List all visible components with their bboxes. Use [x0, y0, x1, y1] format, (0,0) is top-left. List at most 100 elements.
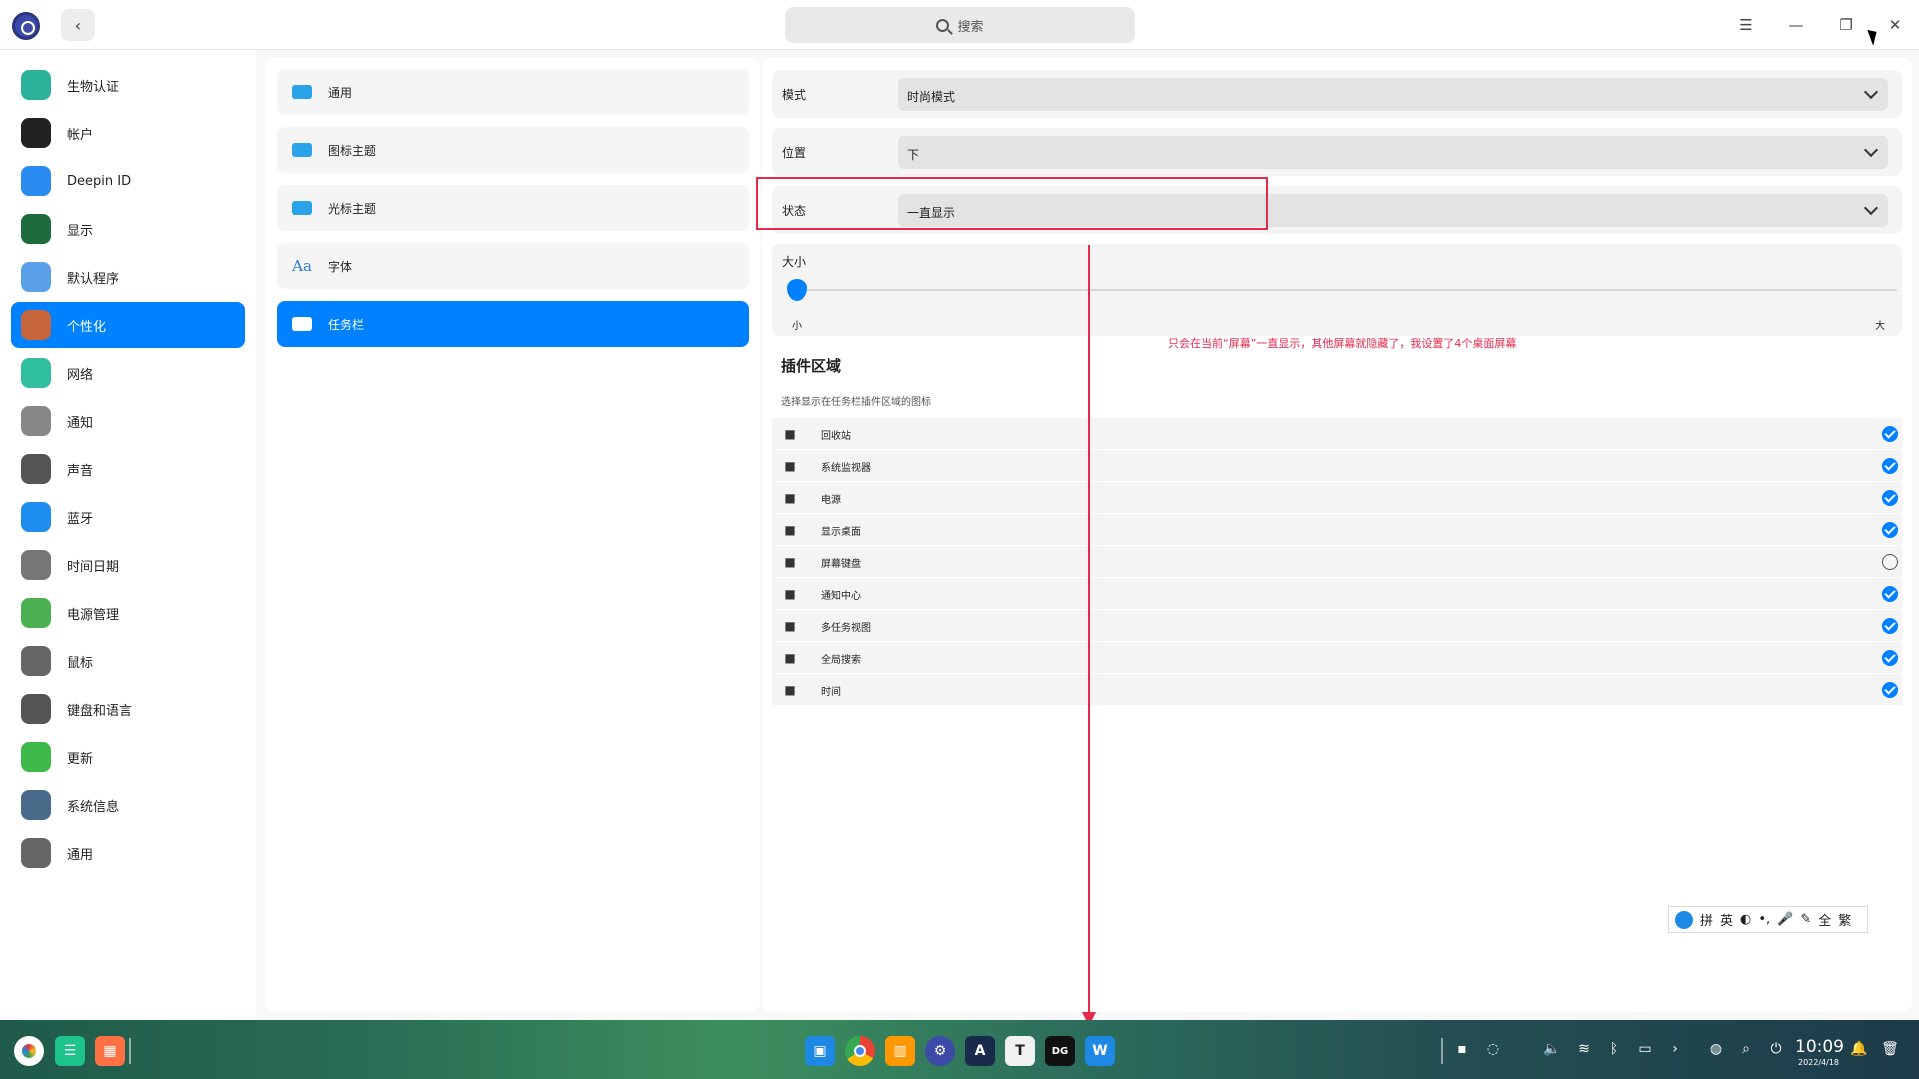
minimize-button[interactable]: —: [1784, 13, 1808, 37]
multitask-view-icon[interactable]: ☰: [55, 1036, 85, 1066]
bluetooth-icon[interactable]: ᛒ: [1603, 1038, 1625, 1060]
show-desktop-icon[interactable]: ▦: [95, 1036, 125, 1066]
battery-icon[interactable]: ▭: [1634, 1038, 1656, 1060]
sidebar-item-label: 生物认证: [67, 79, 120, 95]
plugin-checkbox[interactable]: [1882, 586, 1898, 602]
sidebar-item-0[interactable]: 生物认证: [11, 62, 245, 108]
bluetooth-icon: [21, 502, 51, 532]
sidebar-item-3[interactable]: 显示: [11, 206, 245, 252]
close-icon: ✕: [1888, 16, 1902, 34]
display-icon: [21, 214, 51, 244]
subnav-item-1[interactable]: 图标主题: [277, 127, 749, 173]
plugin-label: 通知中心: [821, 591, 861, 602]
system-monitor-icon: ■: [784, 459, 796, 473]
plugin-checkbox[interactable]: [1882, 490, 1898, 506]
sidebar-item-14[interactable]: 更新: [11, 734, 245, 780]
ime-item[interactable]: •,: [1758, 912, 1770, 927]
size-min-label: 小: [792, 321, 802, 332]
sidebar-item-15[interactable]: 系统信息: [11, 782, 245, 828]
sidebar-item-5[interactable]: 个性化: [11, 302, 245, 348]
plugin-row[interactable]: ■ 通知中心: [772, 578, 1902, 610]
subnav-item-4[interactable]: 任务栏: [277, 301, 749, 347]
ime-item[interactable]: 英: [1720, 910, 1733, 929]
sidebar-item-7[interactable]: 通知: [11, 398, 245, 444]
volume-icon[interactable]: 🔈: [1541, 1038, 1563, 1060]
size-slider-handle[interactable]: [787, 279, 807, 301]
power-icon[interactable]: ⏻: [1765, 1038, 1787, 1060]
plugin-row[interactable]: ■ 时间: [772, 674, 1902, 706]
back-button[interactable]: ‹: [61, 9, 95, 41]
ime-item[interactable]: 🎤: [1777, 912, 1793, 927]
plugin-row[interactable]: ■ 回收站: [772, 418, 1902, 450]
sidebar-item-16[interactable]: 通用: [11, 830, 245, 876]
text-editor-icon[interactable]: A: [965, 1036, 995, 1066]
plugin-checkbox[interactable]: [1882, 426, 1898, 442]
wps-icon[interactable]: W: [1085, 1036, 1115, 1066]
search-input[interactable]: 搜索: [785, 7, 1135, 43]
subnav-item-label: 任务栏: [328, 317, 365, 332]
plugin-row[interactable]: ■ 显示桌面: [772, 514, 1902, 546]
chrome-icon[interactable]: [845, 1036, 875, 1066]
notification-bell-icon[interactable]: 🔔: [1848, 1038, 1870, 1060]
close-button[interactable]: ✕: [1883, 13, 1907, 37]
plugin-checkbox[interactable]: [1882, 682, 1898, 698]
plugin-row[interactable]: ■ 多任务视图: [772, 610, 1902, 642]
sidebar-item-6[interactable]: 网络: [11, 350, 245, 396]
music-app-icon[interactable]: ▥: [885, 1036, 915, 1066]
launcher-icon[interactable]: [14, 1036, 44, 1066]
plugin-row[interactable]: ■ 全局搜索: [772, 642, 1902, 674]
sidebar-item-12[interactable]: 鼠标: [11, 638, 245, 684]
position-select[interactable]: 下: [898, 136, 1888, 169]
plugin-label: 回收站: [821, 431, 851, 442]
app-store-icon[interactable]: ▣: [805, 1036, 835, 1066]
sidebar-item-label: 蓝牙: [67, 511, 94, 527]
typora-icon[interactable]: T: [1005, 1036, 1035, 1066]
mode-select[interactable]: 时尚模式: [898, 78, 1888, 111]
mode-label: 模式: [782, 88, 807, 102]
trash-icon[interactable]: 🗑: [1879, 1038, 1901, 1060]
tray-app-icon[interactable]: ▪: [1451, 1038, 1473, 1060]
ime-item[interactable]: ✎: [1800, 912, 1811, 927]
sidebar-item-2[interactable]: Deepin ID: [11, 158, 245, 204]
mode-value: 时尚模式: [907, 90, 956, 104]
ime-item[interactable]: 全: [1818, 910, 1831, 929]
plugin-checkbox[interactable]: [1882, 618, 1898, 634]
sidebar-item-9[interactable]: 蓝牙: [11, 494, 245, 540]
ime-item[interactable]: ◐: [1740, 912, 1751, 927]
subnav-item-2[interactable]: 光标主题: [277, 185, 749, 231]
clock-time[interactable]: 10:09: [1795, 1037, 1844, 1057]
plugin-checkbox[interactable]: [1882, 554, 1898, 570]
plugin-row[interactable]: ■ 系统监视器: [772, 450, 1902, 482]
menu-button[interactable]: ☰: [1734, 13, 1758, 37]
sidebar-item-1[interactable]: 帐户: [11, 110, 245, 156]
search-icon[interactable]: ⌕: [1735, 1038, 1757, 1060]
expand-tray-icon[interactable]: ›: [1664, 1038, 1686, 1060]
ime-item[interactable]: 繁: [1838, 910, 1851, 929]
plugin-row[interactable]: ■ 屏幕键盘: [772, 546, 1902, 578]
ime-item[interactable]: 拼: [1700, 910, 1713, 929]
wifi-icon[interactable]: ≋: [1573, 1038, 1595, 1060]
sidebar-item-8[interactable]: 声音: [11, 446, 245, 492]
maximize-button[interactable]: ❐: [1834, 13, 1858, 37]
ime-tray-icon[interactable]: ◌: [1482, 1038, 1504, 1060]
subnav-item-0[interactable]: 通用: [277, 69, 749, 115]
sidebar-item-11[interactable]: 电源管理: [11, 590, 245, 636]
annotation-text: 只会在当前“屏幕”一直显示，其他屏幕就隐藏了，我设置了4个桌面屏幕: [1168, 337, 1517, 350]
plugin-checkbox[interactable]: [1882, 458, 1898, 474]
system-monitor-icon[interactable]: ◍: [1705, 1038, 1727, 1060]
minimize-icon: —: [1788, 16, 1804, 34]
size-slider-track[interactable]: [795, 289, 1897, 291]
plugin-checkbox[interactable]: [1882, 650, 1898, 666]
sidebar-item-4[interactable]: 默认程序: [11, 254, 245, 300]
clock-date[interactable]: 2022/4/18: [1798, 1058, 1839, 1067]
control-center-icon[interactable]: ⚙: [925, 1036, 955, 1066]
plugin-row[interactable]: ■ 电源: [772, 482, 1902, 514]
chevron-left-icon: ‹: [74, 15, 82, 35]
ime-logo-icon[interactable]: [1675, 910, 1693, 929]
sidebar-item-10[interactable]: 时间日期: [11, 542, 245, 588]
sidebar-item-13[interactable]: 键盘和语言: [11, 686, 245, 732]
plugin-checkbox[interactable]: [1882, 522, 1898, 538]
control-center-logo-icon: [12, 12, 40, 40]
datagrip-icon[interactable]: DG: [1045, 1036, 1075, 1066]
subnav-item-3[interactable]: Aa 字体: [277, 243, 749, 289]
